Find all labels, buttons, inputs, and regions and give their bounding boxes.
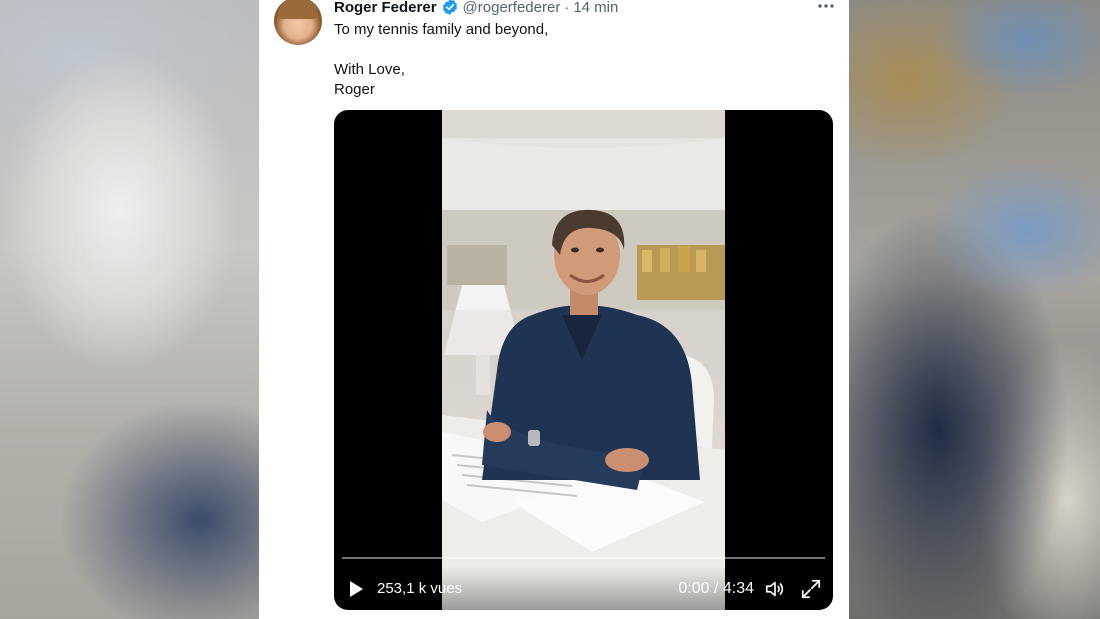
view-count: 253,1 k vues xyxy=(377,580,463,597)
tweet-timestamp[interactable]: 14 min xyxy=(573,0,618,16)
more-horizontal-icon[interactable] xyxy=(815,0,837,14)
play-icon[interactable] xyxy=(346,579,366,599)
tweet-text-line: To my tennis family and beyond, xyxy=(334,21,549,38)
author-avatar[interactable] xyxy=(274,0,322,45)
author-handle[interactable]: @rogerfederer xyxy=(463,0,561,16)
volume-icon[interactable] xyxy=(764,578,786,600)
tweet-card[interactable]: Roger Federer @rogerfederer · 14 min To … xyxy=(259,0,849,619)
header-separator: · xyxy=(564,0,570,16)
video-timecode: 0:00 / 4:34 xyxy=(678,580,754,597)
blurred-background-left xyxy=(0,0,259,619)
video-still-image xyxy=(442,110,725,610)
video-progress-bar[interactable] xyxy=(342,557,825,559)
tweet-header: Roger Federer @rogerfederer · 14 min xyxy=(334,0,618,17)
author-name[interactable]: Roger Federer xyxy=(334,0,437,16)
video-frame[interactable] xyxy=(442,110,725,610)
blurred-background-right xyxy=(848,0,1100,619)
verified-badge-icon xyxy=(441,0,459,16)
fullscreen-icon[interactable] xyxy=(800,578,822,600)
video-controls: 253,1 k vues 0:00 / 4:34 xyxy=(334,566,833,610)
video-player[interactable]: 253,1 k vues 0:00 / 4:34 xyxy=(334,110,833,610)
tweet-text-line: Roger xyxy=(334,81,375,98)
avatar-hair xyxy=(278,0,318,19)
tweet-text: To my tennis family and beyond, With Lov… xyxy=(334,20,824,100)
tweet-text-line: With Love, xyxy=(334,61,405,78)
